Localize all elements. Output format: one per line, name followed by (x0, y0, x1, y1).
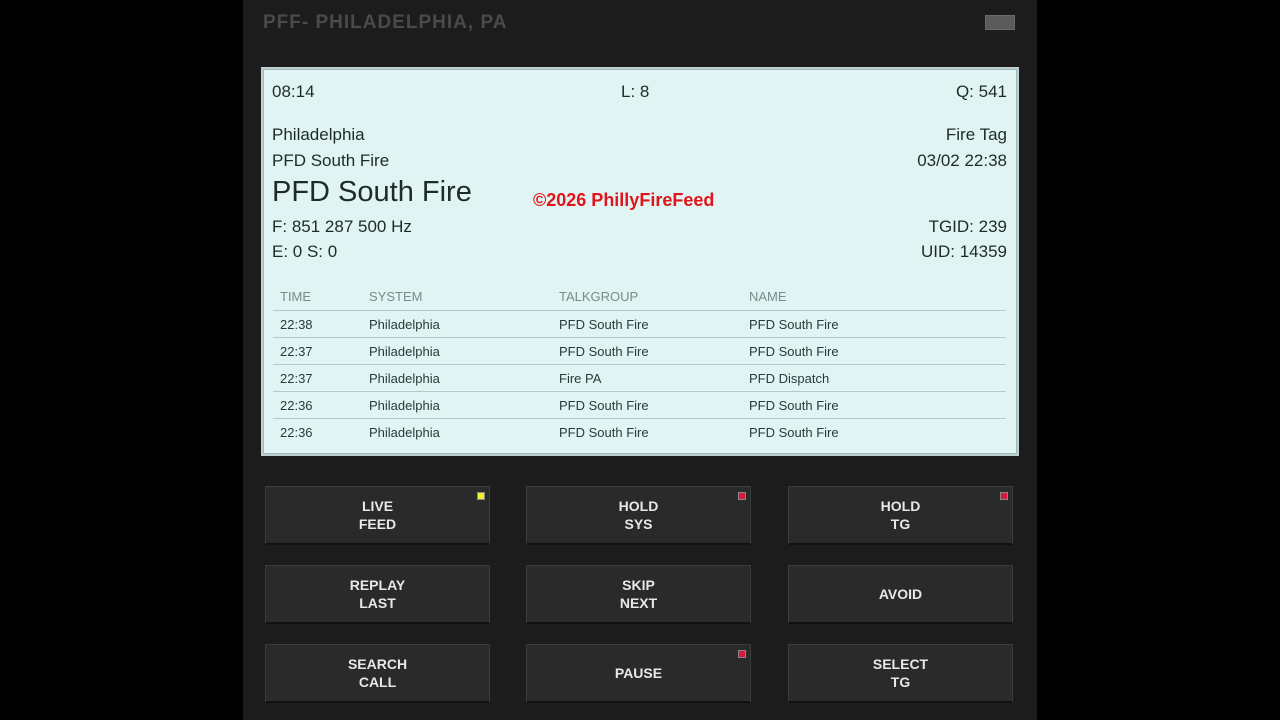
hold-tg-led-indicator (1000, 492, 1008, 500)
cell-time: 22:37 (273, 337, 362, 365)
app-title: PFF- PHILADELPHIA, PA (263, 12, 508, 33)
header-talkgroup: TALKGROUP (552, 282, 742, 311)
skip-next-label: SKIP NEXT (619, 577, 658, 611)
live-feed-led-indicator (477, 492, 485, 500)
cell-system: Philadelphia (369, 424, 440, 440)
cell-name: PFD Dispatch (742, 364, 1006, 392)
cell-talkgroup: PFD South Fire (559, 424, 649, 440)
avoid-button[interactable]: AVOID (788, 565, 1013, 624)
header-name: NAME (742, 282, 1006, 311)
table-row: 22:36 Philadelphia PFD South Fire PFD So… (273, 419, 1006, 446)
hold-sys-label: HOLD SYS (618, 498, 659, 532)
cell-talkgroup: PFD South Fire (552, 310, 742, 338)
watermark: ©2026 PhillyFireFeed (533, 190, 715, 210)
header-system: SYSTEM (362, 282, 552, 311)
select-tg-label: SELECT TG (872, 656, 929, 690)
cell-system: Philadelphia (362, 391, 552, 419)
table-row: 22:36 Philadelphia PFD South Fire PFD So… (273, 391, 1006, 419)
pause-button[interactable]: PAUSE (526, 644, 751, 703)
call-datetime: 03/02 22:38 (917, 151, 1007, 170)
tgid: TGID: 239 (928, 217, 1007, 236)
table-header-row: TIME SYSTEM TALKGROUP NAME (273, 282, 1006, 311)
pause-led-indicator (738, 650, 746, 658)
cell-name: PFD South Fire (742, 337, 1006, 365)
cell-system: Philadelphia (362, 310, 552, 338)
system-name: Philadelphia (272, 125, 365, 144)
skip-next-button[interactable]: SKIP NEXT (526, 565, 751, 624)
call-history-table: TIME SYSTEM TALKGROUP NAME 22:38 Philade… (273, 282, 1006, 445)
select-tg-button[interactable]: SELECT TG (788, 644, 1013, 703)
table-row: 22:37 Philadelphia PFD South Fire PFD So… (273, 337, 1006, 365)
clock: 08:14 (272, 82, 315, 101)
table-row: 22:37 Philadelphia Fire PA PFD Dispatch (273, 364, 1006, 392)
cell-talkgroup: PFD South Fire (552, 391, 742, 419)
search-call-label: SEARCH CALL (347, 656, 408, 690)
table-row: 22:38 Philadelphia PFD South Fire PFD So… (273, 310, 1006, 338)
cell-system: Philadelphia (362, 337, 552, 365)
cell-name: PFD South Fire (749, 424, 839, 440)
cell-time: 22:38 (273, 310, 362, 338)
cell-time: 22:37 (273, 364, 362, 392)
hold-sys-led-indicator (738, 492, 746, 500)
cell-time: 22:36 (280, 424, 313, 440)
cell-name: PFD South Fire (742, 391, 1006, 419)
menu-toggle-button[interactable] (985, 15, 1015, 30)
header-time: TIME (273, 282, 362, 311)
hold-tg-button[interactable]: HOLD TG (788, 486, 1013, 545)
hold-sys-button[interactable]: HOLD SYS (526, 486, 751, 545)
error-spike-count: E: 0 S: 0 (272, 242, 338, 261)
cell-talkgroup: Fire PA (552, 364, 742, 392)
cell-name: PFD South Fire (742, 310, 1006, 338)
avoid-label: AVOID (878, 586, 923, 602)
pause-label: PAUSE (614, 665, 663, 681)
scanner-app: PFF- PHILADELPHIA, PA 08:14 L: 8 Q: 541 … (243, 0, 1037, 720)
cell-time: 22:36 (273, 391, 362, 419)
live-feed-button[interactable]: LIVE FEED (265, 486, 490, 545)
replay-last-button[interactable]: REPLAY LAST (265, 565, 490, 624)
cell-system: Philadelphia (362, 364, 552, 392)
scanner-display: 08:14 L: 8 Q: 541 Philadelphia Fire Tag … (261, 67, 1019, 456)
talkgroup-name: PFD South Fire (272, 151, 390, 170)
hold-tg-label: HOLD TG (880, 498, 921, 532)
search-call-button[interactable]: SEARCH CALL (265, 644, 490, 703)
listeners-count: L: 8 (621, 82, 650, 101)
talkgroup-large-name: PFD South Fire (272, 176, 472, 208)
live-feed-label: LIVE FEED (358, 498, 397, 532)
tag-name: Fire Tag (945, 125, 1007, 144)
frequency: F: 851 287 500 Hz (272, 217, 412, 236)
queue-count: Q: 541 (955, 82, 1007, 101)
cell-talkgroup: PFD South Fire (552, 337, 742, 365)
replay-last-label: REPLAY LAST (349, 577, 406, 611)
unit-id: UID: 14359 (921, 242, 1007, 261)
